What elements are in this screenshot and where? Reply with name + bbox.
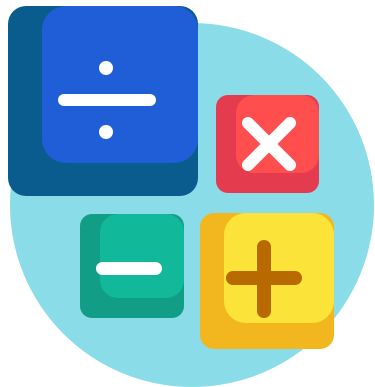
minus-tile [80, 214, 184, 318]
minus-tile-light [100, 214, 184, 298]
divide-tile-light [42, 6, 198, 163]
divide-dot-bottom [99, 125, 113, 139]
plus-vertical [257, 240, 271, 318]
math-operations-svg [8, 6, 374, 387]
divide-dot-top [99, 61, 113, 75]
math-operations-icon [0, 0, 375, 387]
divide-bar [58, 94, 156, 106]
plus-tile-light [224, 213, 334, 323]
minus-icon [96, 262, 162, 275]
plus-tile [200, 213, 334, 349]
multiply-tile [216, 95, 319, 193]
divide-tile [8, 6, 198, 196]
